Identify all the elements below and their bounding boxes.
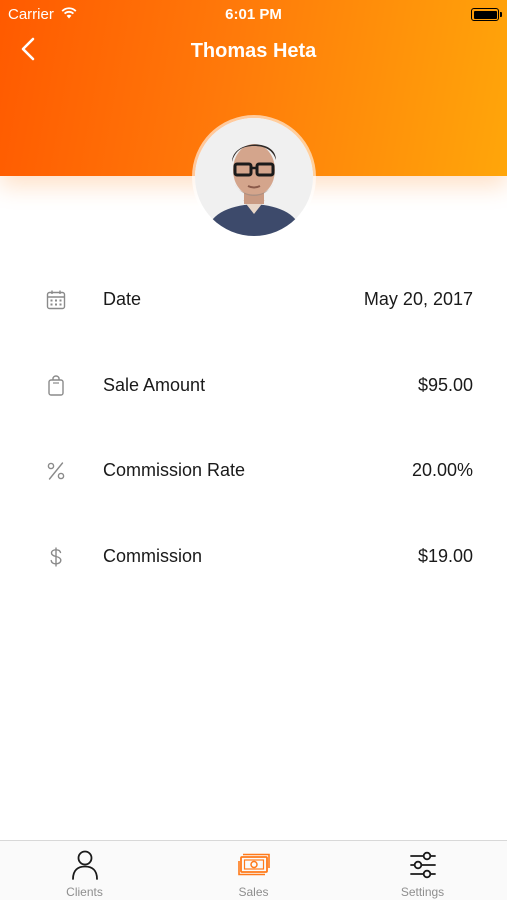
- detail-row-sale-amount: Sale Amount $95.00: [0, 342, 507, 428]
- tab-label: Clients: [66, 885, 103, 899]
- tab-clients[interactable]: Clients: [0, 841, 169, 900]
- detail-row-commission: Commission $19.00: [0, 513, 507, 599]
- percent-icon: [47, 462, 65, 480]
- battery-icon: [471, 8, 502, 21]
- profile-photo: [195, 118, 313, 236]
- detail-value: May 20, 2017: [363, 289, 473, 309]
- clock-time: 6:01 PM: [225, 6, 282, 23]
- detail-label: Sale Amount: [103, 374, 206, 395]
- status-bar: Carrier 6:01 PM: [0, 0, 507, 28]
- detail-value: $95.00: [417, 374, 473, 395]
- page-title: Thomas Heta: [190, 40, 317, 62]
- shopping-bag-icon: [48, 374, 64, 396]
- sale-details-list: Date May 20, 2017 Sale Amount $95.00 Com…: [0, 256, 507, 598]
- detail-value: 20.00%: [411, 460, 473, 480]
- detail-row-commission-rate: Commission Rate 20.00%: [0, 427, 507, 513]
- cash-icon: [237, 853, 270, 876]
- detail-row-date: Date May 20, 2017: [0, 256, 507, 342]
- person-icon: [71, 850, 98, 880]
- detail-label: Commission: [103, 545, 203, 566]
- detail-label: Commission Rate: [103, 460, 246, 480]
- dollar-icon: [50, 547, 62, 566]
- detail-value: $19.00: [417, 545, 473, 566]
- detail-label: Date: [103, 289, 142, 309]
- calendar-icon: [46, 290, 66, 310]
- tab-settings[interactable]: Settings: [338, 841, 507, 900]
- tab-label: Sales: [238, 885, 269, 899]
- avatar: [195, 118, 313, 236]
- tab-bar: Clients Sales Settings: [0, 840, 507, 900]
- sliders-icon: [409, 851, 436, 879]
- tab-label: Settings: [400, 885, 445, 899]
- tab-sales[interactable]: Sales: [169, 841, 338, 900]
